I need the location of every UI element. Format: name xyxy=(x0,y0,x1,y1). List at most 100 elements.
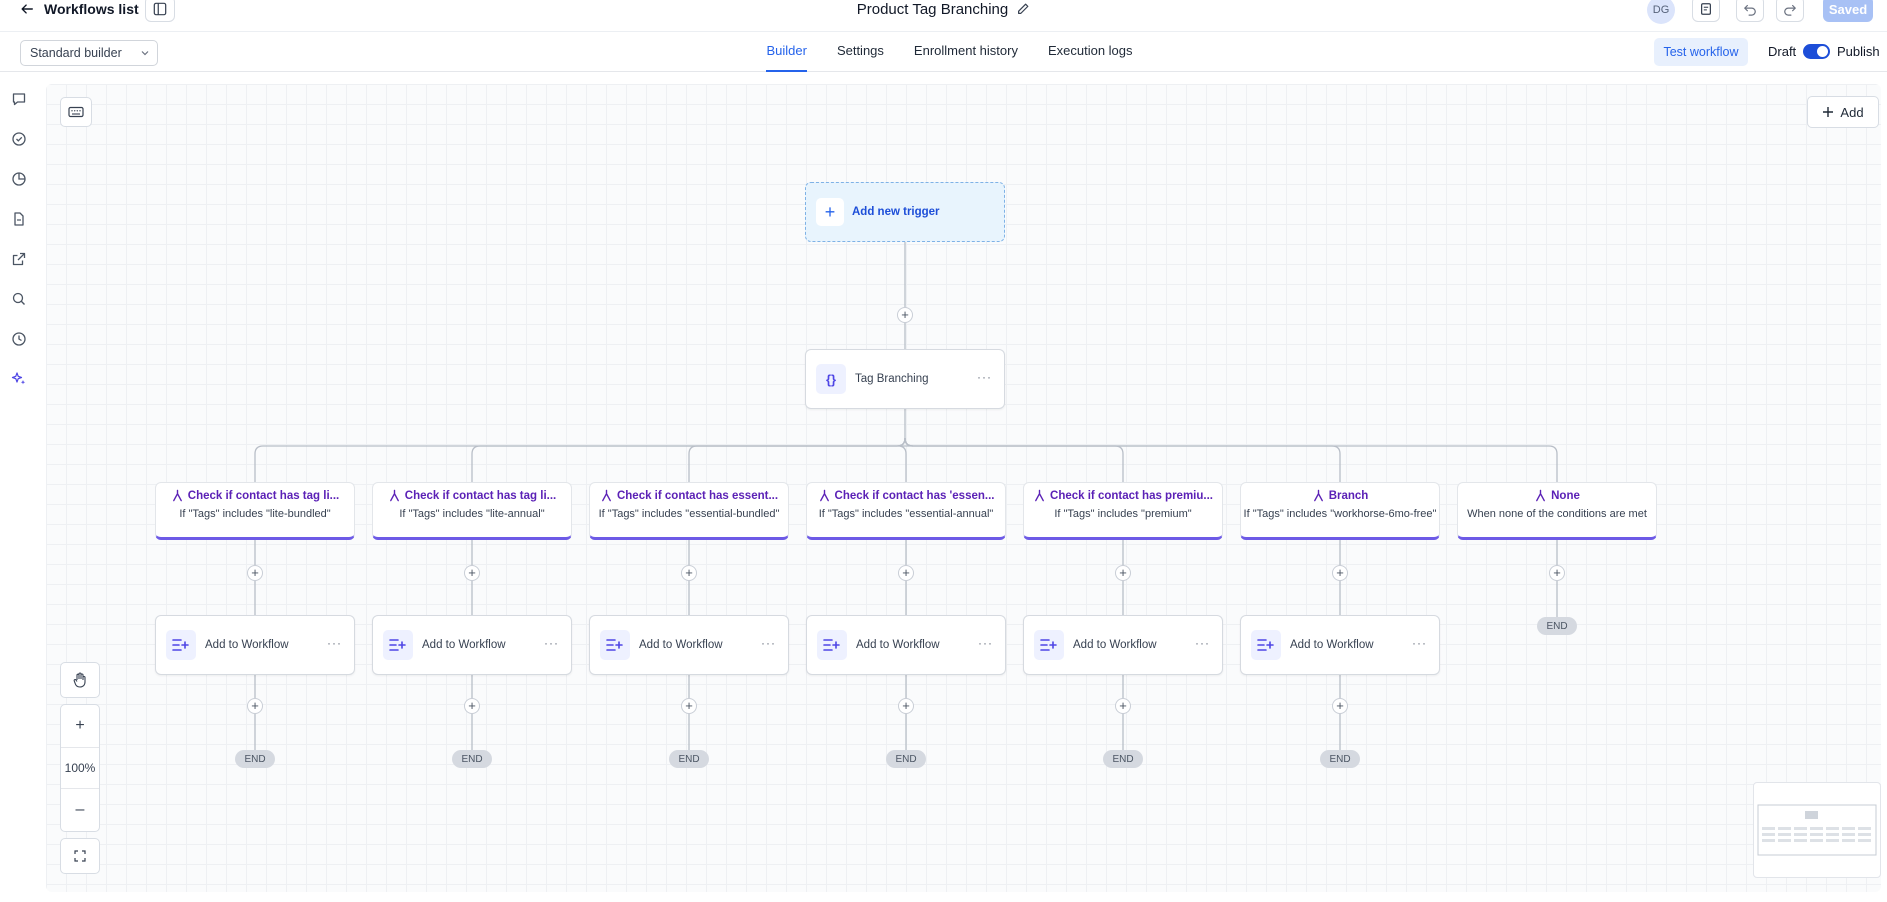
branch-condition-card[interactable]: Check if contact has tag li... If "Tags"… xyxy=(155,482,355,540)
branch-icon xyxy=(172,489,182,502)
add-to-workflow-node[interactable]: Add to Workflow ··· xyxy=(589,615,789,675)
branch-icon xyxy=(819,489,829,502)
minimap-node xyxy=(1810,839,1823,842)
more-options-icon[interactable]: ··· xyxy=(544,636,559,650)
minimap-node xyxy=(1826,833,1839,836)
branch-condition: If "Tags" includes "lite-annual" xyxy=(399,508,545,520)
connector-lines xyxy=(254,242,1558,750)
minimap-node xyxy=(1778,839,1791,842)
connector-line xyxy=(254,437,906,482)
minimap-node xyxy=(1762,833,1775,836)
branch-title-text: Branch xyxy=(1328,489,1369,502)
minimap-node xyxy=(1810,827,1823,830)
add-trigger-node[interactable]: + Add new trigger xyxy=(805,182,1005,242)
fit-view-button[interactable] xyxy=(60,838,100,874)
branch-title-text: Check if contact has tag li... xyxy=(187,489,340,502)
add-step-button[interactable]: + xyxy=(1115,698,1131,714)
node-label: Add to Workflow xyxy=(205,639,289,651)
add-list-icon xyxy=(166,630,196,660)
more-options-icon[interactable]: ··· xyxy=(1412,636,1427,650)
add-to-workflow-node[interactable]: Add to Workflow ··· xyxy=(1023,615,1223,675)
add-step-button[interactable]: + xyxy=(464,698,480,714)
plus-icon: + xyxy=(816,198,844,226)
branch-title: Check if contact has premiu... xyxy=(1024,489,1222,502)
more-options-icon[interactable]: ··· xyxy=(1195,636,1210,650)
zoom-in-button[interactable]: + xyxy=(61,705,99,747)
add-step-button[interactable]: + xyxy=(1115,565,1131,581)
minimap-node xyxy=(1794,827,1807,830)
branch-icon xyxy=(389,489,399,502)
minimap-node xyxy=(1842,833,1855,836)
minimap-node xyxy=(1778,827,1791,830)
add-to-workflow-node[interactable]: Add to Workflow ··· xyxy=(1240,615,1440,675)
add-step-button[interactable]: + xyxy=(1549,565,1565,581)
add-step-button[interactable]: + xyxy=(897,307,913,323)
add-to-workflow-node[interactable]: Add to Workflow ··· xyxy=(806,615,1006,675)
branch-condition-card[interactable]: Check if contact has essent... If "Tags"… xyxy=(589,482,789,540)
add-list-icon xyxy=(600,630,630,660)
node-label: Add to Workflow xyxy=(422,639,506,651)
branch-title: None xyxy=(1458,489,1656,502)
more-options-icon[interactable]: ··· xyxy=(761,636,776,650)
branch-condition-card[interactable]: Check if contact has premiu... If "Tags"… xyxy=(1023,482,1223,540)
minimap-node xyxy=(1762,827,1775,830)
end-marker: END xyxy=(235,750,275,768)
minimap-node xyxy=(1842,827,1855,830)
branch-title: Check if contact has 'essen... xyxy=(807,489,1005,502)
add-step-button[interactable]: + xyxy=(464,565,480,581)
branch-condition: If "Tags" includes "lite-bundled" xyxy=(179,508,331,520)
node-label: Add to Workflow xyxy=(639,639,723,651)
add-step-button[interactable]: + xyxy=(1332,698,1348,714)
plus-icon xyxy=(1823,107,1834,117)
end-marker: END xyxy=(669,750,709,768)
add-step-button[interactable]: + xyxy=(247,698,263,714)
tag-branching-node[interactable]: {} Tag Branching ··· xyxy=(805,349,1005,409)
add-step-button[interactable]: + xyxy=(681,698,697,714)
keyboard-icon xyxy=(68,106,84,118)
minimap-node xyxy=(1858,827,1871,830)
minimap-node xyxy=(1826,839,1839,842)
branch-title-text: Check if contact has essent... xyxy=(616,489,779,502)
keyboard-shortcuts-button[interactable] xyxy=(60,97,92,127)
add-list-icon xyxy=(1251,630,1281,660)
branch-condition: When none of the conditions are met xyxy=(1467,508,1647,520)
branch-icon xyxy=(1313,489,1323,502)
branch-condition-card[interactable]: Branch If "Tags" includes "workhorse-6mo… xyxy=(1240,482,1440,540)
end-marker: END xyxy=(1103,750,1143,768)
more-options-icon[interactable]: ··· xyxy=(978,636,993,650)
branch-condition-card[interactable]: Check if contact has tag li... If "Tags"… xyxy=(372,482,572,540)
add-step-button[interactable]: + xyxy=(898,698,914,714)
minimap-node xyxy=(1826,827,1839,830)
add-to-workflow-node[interactable]: Add to Workflow ··· xyxy=(155,615,355,675)
braces-icon: {} xyxy=(816,364,846,394)
add-to-workflow-node[interactable]: Add to Workflow ··· xyxy=(372,615,572,675)
minimap[interactable] xyxy=(1753,782,1881,878)
add-label: Add xyxy=(1840,104,1864,120)
branch-icon xyxy=(1536,489,1546,502)
connector-line xyxy=(904,437,1558,482)
branch-condition: If "Tags" includes "essential-annual" xyxy=(818,508,994,520)
add-trigger-label: Add new trigger xyxy=(852,206,940,218)
minimap-node xyxy=(1810,833,1823,836)
branch-condition-card[interactable]: None When none of the conditions are met xyxy=(1457,482,1657,540)
add-button[interactable]: Add xyxy=(1807,96,1879,128)
add-step-button[interactable]: + xyxy=(681,565,697,581)
end-marker: END xyxy=(1320,750,1360,768)
node-label: Add to Workflow xyxy=(1073,639,1157,651)
branch-title: Check if contact has essent... xyxy=(590,489,788,502)
branch-title-text: None xyxy=(1551,489,1580,502)
zoom-out-button[interactable]: – xyxy=(61,789,99,831)
add-step-button[interactable]: + xyxy=(1332,565,1348,581)
connector-line xyxy=(897,437,914,482)
add-step-button[interactable]: + xyxy=(898,565,914,581)
connector-line xyxy=(688,437,906,482)
hand-icon xyxy=(73,672,86,688)
minimap-node xyxy=(1762,839,1775,842)
minimap-node xyxy=(1794,833,1807,836)
add-step-button[interactable]: + xyxy=(247,565,263,581)
pan-hand-button[interactable] xyxy=(60,662,100,698)
more-options-icon[interactable]: ··· xyxy=(327,636,342,650)
more-options-icon[interactable]: ··· xyxy=(977,370,992,384)
zoom-controls: + 100% – xyxy=(60,704,100,832)
branch-condition-card[interactable]: Check if contact has 'essen... If "Tags"… xyxy=(806,482,1006,540)
